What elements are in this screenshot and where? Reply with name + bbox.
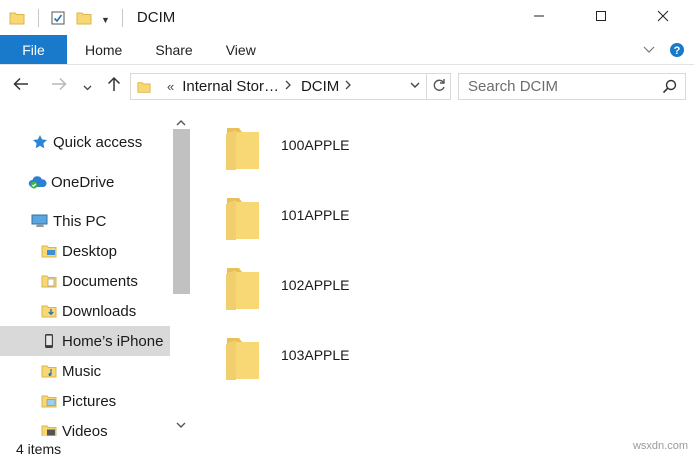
refresh-icon [432,78,446,96]
star-icon [30,132,50,152]
title-bar: ▼ DCIM [0,0,694,35]
nav-item-music[interactable]: Music [0,356,170,386]
nav-item-downloads[interactable]: Downloads [0,296,170,326]
nav-item-quick-access[interactable]: Quick access [0,127,170,157]
folder-icon [223,328,263,386]
chevron-right-icon[interactable] [285,80,291,93]
chevron-right-icon[interactable] [345,80,352,93]
pictures-folder-icon [39,391,59,411]
window-title: DCIM [136,9,176,26]
folder-item[interactable]: 101APPLE [223,184,350,250]
folder-item[interactable]: 100APPLE [223,114,350,180]
maximize-button[interactable] [570,0,632,35]
status-bar: 4 items wsxdn.com [0,436,694,461]
music-folder-icon [39,361,59,381]
breadcrumb-segment[interactable]: Internal Stor… [182,78,279,95]
minimize-icon [533,9,545,26]
cloud-icon [28,172,48,192]
quick-access-toolbar: ▼ DCIM [0,0,175,35]
folder-name: 102APPLE [281,277,350,293]
folder-icon [223,258,263,316]
nav-item-videos[interactable]: Videos [0,416,170,436]
folder-name: 103APPLE [281,347,350,363]
folder-icon [137,80,151,94]
properties-icon[interactable] [47,7,69,29]
address-history-dropdown[interactable] [410,82,420,89]
nav-item-iphone[interactable]: Home’s iPhone [0,326,170,356]
customize-toolbar-icon[interactable]: ▼ [101,15,110,25]
navigation-pane: Quick access OneDrive This PC Desktop Do… [0,106,193,436]
file-list: 100APPLE 101APPLE 102APPLE 103APPLE [193,106,694,436]
toolbar-separator [121,8,123,27]
nav-item-documents[interactable]: Documents [0,266,170,296]
folder-item[interactable]: 102APPLE [223,254,350,320]
scroll-down-button[interactable] [171,413,191,433]
help-icon[interactable]: ? [666,35,688,65]
toolbar-separator [38,8,39,27]
nav-item-label: OneDrive [51,173,115,191]
new-folder-icon[interactable] [73,7,95,29]
desktop-folder-icon [39,241,59,261]
nav-item-onedrive[interactable]: OneDrive [0,167,170,197]
folder-name: 100APPLE [281,137,350,153]
folder-item[interactable]: 103APPLE [223,324,350,390]
watermark: wsxdn.com [632,440,688,452]
breadcrumb-segment[interactable]: DCIM [301,78,339,95]
nav-item-label: Videos [62,422,108,437]
tab-share[interactable]: Share [139,35,208,64]
nav-pane-scrollbar[interactable] [171,106,191,436]
address-toolbar: « Internal Stor… DCIM [0,66,694,106]
close-button[interactable] [632,0,694,35]
chevron-down-icon [83,78,92,95]
nav-item-pictures[interactable]: Pictures [0,386,170,416]
up-arrow-icon [107,76,121,96]
computer-icon [30,211,50,231]
folder-icon [223,118,263,176]
scroll-up-button[interactable] [171,111,191,131]
nav-item-this-pc[interactable]: This PC [0,206,170,236]
downloads-folder-icon [39,301,59,321]
minimize-button[interactable] [508,0,570,35]
item-count: 4 items [16,440,62,457]
forward-button[interactable] [46,66,72,106]
chevron-up-icon [176,113,186,130]
refresh-button[interactable] [426,73,451,100]
nav-item-label: Pictures [62,392,117,410]
svg-text:?: ? [674,45,681,57]
search-input[interactable] [468,78,658,95]
folder-icon [223,188,263,246]
nav-item-label: Desktop [62,242,118,260]
back-button[interactable] [8,66,34,106]
nav-item-label: Home’s iPhone [62,332,164,350]
maximize-icon [595,9,607,26]
search-icon[interactable] [662,79,677,98]
recent-locations-button[interactable] [80,66,94,106]
videos-folder-icon [39,421,59,436]
forward-arrow-icon [51,77,67,95]
folder-icon [6,7,28,29]
ribbon-tabs: File Home Share View ? [0,35,694,65]
breadcrumb-overflow[interactable]: « [167,79,174,94]
chevron-down-icon [176,415,186,432]
scrollbar-thumb[interactable] [173,129,190,294]
tab-view[interactable]: View [210,35,272,64]
back-arrow-icon [13,77,29,95]
close-icon [657,9,669,26]
expand-ribbon-icon[interactable] [638,35,660,65]
nav-item-label: Downloads [62,302,137,320]
nav-item-label: Music [62,362,102,380]
documents-folder-icon [39,271,59,291]
tab-file[interactable]: File [0,35,67,64]
address-bar[interactable]: « Internal Stor… DCIM [130,73,451,100]
search-box [458,73,686,100]
nav-item-desktop[interactable]: Desktop [0,236,170,266]
up-button[interactable] [102,66,126,106]
phone-icon [39,331,59,351]
nav-item-label: Documents [62,272,138,290]
nav-item-label: This PC [53,212,107,230]
tab-home[interactable]: Home [68,35,138,64]
folder-name: 101APPLE [281,207,350,223]
nav-item-label: Quick access [53,133,143,151]
